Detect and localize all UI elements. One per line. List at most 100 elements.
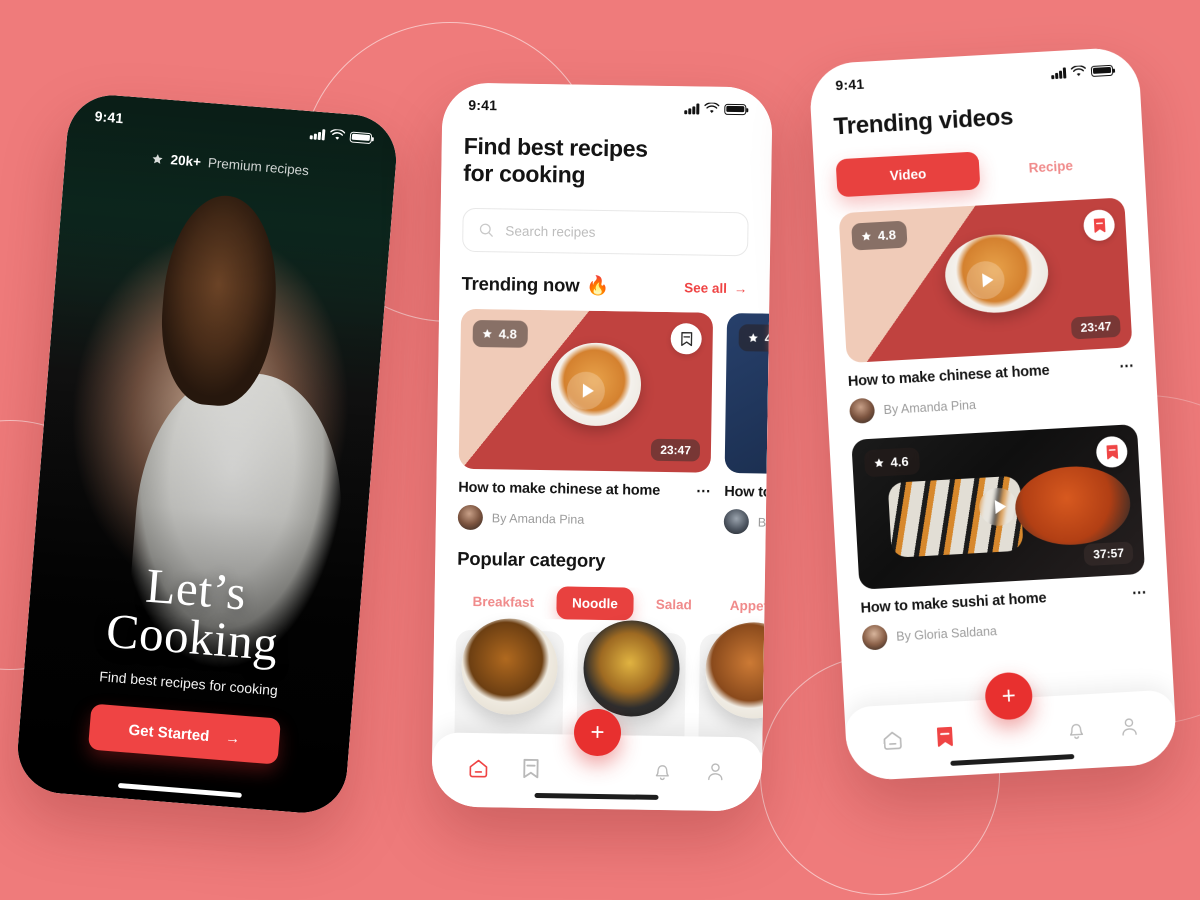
- recipe-thumbnail[interactable]: 4.8 23:47: [458, 309, 714, 473]
- duration-badge: 23:47: [651, 439, 701, 462]
- status-time: 9:41: [834, 75, 865, 94]
- recipe-author: By T: [723, 509, 770, 535]
- avatar: [457, 504, 484, 531]
- tab-recipe[interactable]: Recipe: [978, 144, 1123, 190]
- search-bar[interactable]: [462, 208, 749, 257]
- battery-icon: [1090, 64, 1114, 77]
- category-chip-breakfast[interactable]: Breakfast: [456, 585, 550, 619]
- bookmark-icon: [1093, 218, 1105, 233]
- cellular-signal-icon: [1051, 67, 1067, 79]
- home-icon: [883, 731, 902, 750]
- tab-profile[interactable]: [1116, 713, 1143, 740]
- bookmark-button[interactable]: [1082, 209, 1116, 242]
- premium-count: 20k+: [170, 152, 202, 170]
- status-time: 9:41: [94, 107, 125, 127]
- tab-video[interactable]: Video: [835, 151, 981, 198]
- popular-title: Popular category: [457, 547, 606, 572]
- bookmark-icon: [523, 758, 539, 779]
- star-icon: [861, 232, 871, 241]
- rating-value: 4.6: [890, 454, 910, 471]
- video-title: How to make sushi at home: [860, 590, 1047, 617]
- onboarding-screen: 9:41 20k+ Premium recipes Let’s Cooking …: [14, 91, 400, 817]
- category-card[interactable]: [698, 621, 773, 754]
- video-author: By Amanda Pina: [848, 383, 1136, 425]
- rating-badge: 4.4: [738, 324, 770, 353]
- trending-title-wrap: Trending now 🔥: [461, 273, 609, 297]
- status-icons: [1051, 64, 1114, 79]
- bookmark-button[interactable]: [1095, 435, 1129, 469]
- phone-discover: 9:41 Find best recipes for cooking Searc…: [431, 82, 773, 812]
- search-icon: [479, 223, 493, 238]
- play-button[interactable]: [965, 260, 1006, 301]
- trending-section-header: Trending now 🔥 See all →: [461, 273, 747, 299]
- trending-header: Trending videos Video Recipe 4.8 23:47 H…: [811, 96, 1171, 652]
- see-all-link[interactable]: See all →: [684, 280, 748, 296]
- duration-badge: 23:47: [1071, 315, 1121, 340]
- star-icon: [748, 333, 758, 343]
- video-thumbnail[interactable]: 4.6 37:57: [851, 424, 1146, 591]
- author-name: By Amanda Pina: [491, 511, 585, 527]
- avatar: [861, 624, 888, 651]
- trending-carousel[interactable]: 4.8 23:47 How to make chinese at home ⋯ …: [436, 309, 770, 535]
- more-options-icon[interactable]: ⋯: [696, 483, 711, 499]
- video-thumbnail[interactable]: 4.8 23:47: [838, 197, 1133, 364]
- recipe-author: By Amanda Pina: [457, 504, 710, 534]
- category-chip-appetizer[interactable]: Appetizer: [714, 589, 765, 623]
- category-chip-salad[interactable]: Salad: [640, 588, 709, 622]
- recipe-card[interactable]: 4.8 23:47 How to make chinese at home ⋯ …: [457, 309, 714, 534]
- phone-trending-videos: 9:41 Trending videos Video Recipe 4.8 23…: [808, 46, 1178, 782]
- trending-title: Trending now: [461, 273, 580, 296]
- more-options-icon[interactable]: ⋯: [1119, 358, 1134, 375]
- see-all-label: See all: [684, 280, 728, 296]
- video-title: How to make chinese at home: [847, 363, 1050, 391]
- recipe-title: How to make chinese at home: [458, 479, 661, 500]
- tab-home[interactable]: [465, 755, 491, 781]
- rating-badge: 4.8: [851, 220, 908, 251]
- search-input[interactable]: [505, 223, 733, 242]
- recipe-thumbnail[interactable]: 4.4: [724, 313, 770, 478]
- play-button[interactable]: [566, 371, 606, 411]
- home-icon: [469, 759, 488, 778]
- tab-notifications[interactable]: [649, 758, 675, 784]
- category-chip-row[interactable]: Breakfast Noodle Salad Appetizer Lun: [434, 585, 765, 623]
- avatar: [723, 509, 750, 535]
- content-type-tabs[interactable]: Video Recipe: [835, 144, 1124, 198]
- hero-subtitle: Find best recipes for cooking: [98, 668, 279, 699]
- dish-image: [582, 619, 681, 718]
- bookmark-button[interactable]: [670, 323, 702, 355]
- play-button[interactable]: [978, 487, 1019, 528]
- cellular-signal-icon: [309, 128, 326, 140]
- tab-bookmarks[interactable]: [518, 756, 544, 782]
- recipe-title-row: How to: [724, 484, 769, 504]
- duration-badge: 37:57: [1083, 541, 1134, 567]
- wifi-icon: [1070, 65, 1086, 76]
- video-author: By Gloria Saldana: [861, 610, 1149, 651]
- video-card[interactable]: 4.6 37:57 How to make sushi at home ⋯ By…: [851, 424, 1148, 651]
- author-name: By Gloria Saldana: [895, 623, 998, 644]
- dish-image: [704, 621, 773, 720]
- tab-home[interactable]: [879, 726, 906, 753]
- person-icon: [1122, 718, 1137, 736]
- recipe-title: How to: [724, 484, 770, 501]
- popular-section-header: Popular category: [435, 548, 765, 575]
- trending-page: 9:41 Trending videos Video Recipe 4.8 23…: [808, 46, 1178, 782]
- wifi-icon: [704, 102, 720, 113]
- cellular-signal-icon: [684, 103, 700, 114]
- wifi-icon: [330, 128, 346, 140]
- bell-icon: [656, 765, 670, 781]
- author-name: By Amanda Pina: [883, 397, 977, 417]
- recipe-card[interactable]: 4.4 How to By T: [723, 313, 770, 535]
- author-name: By T: [757, 515, 770, 530]
- tab-bookmarks[interactable]: [931, 723, 958, 750]
- more-options-icon[interactable]: ⋯: [1131, 585, 1146, 602]
- arrow-right-icon: →: [224, 728, 241, 748]
- status-icons: [309, 127, 373, 144]
- tab-notifications[interactable]: [1063, 716, 1090, 743]
- category-chip-noodle[interactable]: Noodle: [555, 586, 635, 621]
- status-bar: 9:41: [442, 82, 773, 131]
- video-card[interactable]: 4.8 23:47 How to make chinese at home ⋯ …: [838, 197, 1136, 425]
- category-card[interactable]: [454, 618, 565, 750]
- bookmark-icon: [680, 331, 692, 346]
- rating-value: 4.4: [764, 330, 770, 347]
- tab-profile[interactable]: [702, 759, 728, 785]
